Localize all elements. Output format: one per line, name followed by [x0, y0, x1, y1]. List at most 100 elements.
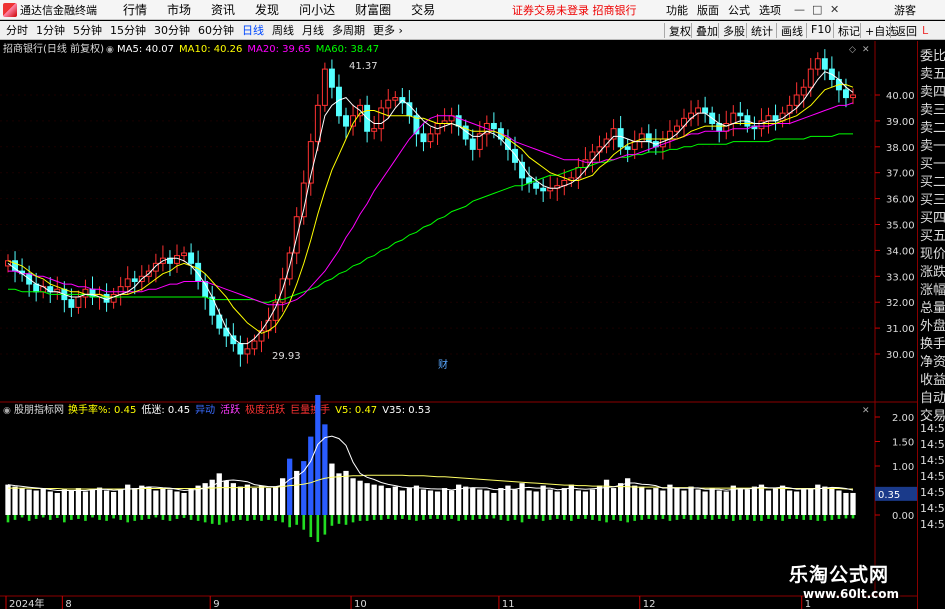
menu-formula[interactable]: 公式: [728, 2, 750, 18]
turnover-neg-bar: [739, 515, 742, 520]
sidebar-item[interactable]: 外盘: [920, 315, 945, 334]
tool-mark[interactable]: 标记: [833, 23, 860, 38]
sidebar-item[interactable]: 总量: [920, 297, 945, 316]
sidebar-item[interactable]: 净资: [920, 351, 945, 370]
price-label: 37.00: [886, 169, 915, 180]
candle-down: [702, 107, 709, 114]
menu-ask[interactable]: 问小达: [299, 1, 335, 18]
price-label: 38.00: [886, 143, 915, 154]
turnover-neg-bar: [295, 515, 299, 525]
candle-down: [343, 115, 349, 127]
tool-statistics[interactable]: 统计: [746, 23, 773, 38]
period-30min[interactable]: 30分钟: [154, 22, 190, 38]
tool-back[interactable]: 返回: [890, 23, 917, 38]
turnover-neg-bar: [436, 515, 439, 519]
guest-user[interactable]: 游客: [894, 2, 916, 18]
diamond-icon[interactable]: ◇: [849, 45, 856, 55]
period-multi[interactable]: 多周期: [332, 22, 365, 38]
sidebar-item[interactable]: 换手: [920, 333, 945, 352]
turnover-bar: [667, 484, 673, 515]
period-monthly[interactable]: 月线: [302, 22, 324, 38]
sidebar-item[interactable]: 涨跌: [920, 261, 945, 280]
sidebar-item[interactable]: 买二: [920, 171, 945, 190]
menu-market[interactable]: 市场: [167, 1, 191, 18]
sub-close-icon[interactable]: ✕: [862, 406, 870, 416]
turnover-bar: [547, 489, 553, 515]
menu-layout[interactable]: 版面: [697, 2, 719, 18]
period-5min[interactable]: 5分钟: [73, 22, 102, 38]
sidebar-item[interactable]: 委比: [920, 45, 945, 64]
turnover-bar: [315, 394, 321, 515]
turnover-bar: [5, 484, 11, 515]
maximize-icon[interactable]: □: [812, 3, 822, 16]
period-1min[interactable]: 1分钟: [36, 22, 65, 38]
price-label: 36.00: [886, 195, 915, 206]
period-daily[interactable]: 日线: [242, 22, 264, 38]
tool-multi-stock[interactable]: 多股: [718, 23, 745, 38]
sidebar-item[interactable]: 卖二: [920, 117, 945, 136]
sidebar-item[interactable]: 买五: [920, 225, 945, 244]
turnover-bar: [484, 490, 490, 515]
turnover-neg-bar: [851, 515, 855, 519]
tool-overlay[interactable]: 叠加: [691, 23, 718, 38]
sidebar-item[interactable]: 自动: [920, 387, 945, 406]
period-more[interactable]: 更多 ›: [373, 22, 403, 38]
period-60min[interactable]: 60分钟: [198, 22, 234, 38]
turnover-neg-bar: [668, 515, 672, 521]
sidebar-item[interactable]: 涨幅: [920, 279, 945, 298]
tool-restore-rights[interactable]: 复权: [664, 23, 691, 38]
menu-trade[interactable]: 交易: [411, 1, 435, 18]
price-label: 30.00: [886, 350, 915, 361]
trade-login-notice[interactable]: 证券交易未登录 招商银行: [512, 2, 637, 18]
minimize-icon[interactable]: —: [794, 3, 805, 16]
menu-function[interactable]: 功能: [666, 2, 688, 18]
sidebar-item[interactable]: 买一: [920, 153, 945, 172]
sidebar-item[interactable]: 卖一: [920, 135, 945, 154]
menu-wealth-circle[interactable]: 财富圈: [355, 1, 391, 18]
header-dropdown-icon[interactable]: ◉: [106, 45, 114, 55]
finance-event-marker[interactable]: 财: [438, 358, 448, 371]
candle-up: [638, 133, 645, 143]
turnover-bar: [392, 486, 398, 515]
sub-dropdown-icon[interactable]: ◉: [3, 406, 11, 416]
turnover-neg-bar: [675, 515, 679, 520]
period-15min[interactable]: 15分钟: [110, 22, 146, 38]
turnover-bar: [110, 491, 117, 515]
sidebar-item[interactable]: 买四: [920, 207, 945, 226]
sidebar-item[interactable]: 卖三: [920, 99, 945, 118]
sidebar-item[interactable]: 卖五: [920, 63, 945, 82]
turnover-neg-bar: [555, 515, 559, 519]
menu-quotes[interactable]: 行情: [123, 1, 147, 18]
tool-draw[interactable]: 画线: [776, 23, 803, 38]
candle-up: [251, 340, 258, 350]
turnover-bar: [139, 485, 145, 515]
close-icon[interactable]: ✕: [830, 3, 839, 16]
turnover-neg-bar: [323, 515, 327, 535]
turnover-neg-bar: [203, 515, 207, 523]
chart-canvas[interactable]: 招商银行(日线 前复权) ◉ MA5: 40.07 MA10: 40.26 MA20…: [0, 41, 917, 609]
turnover-neg-bar: [654, 515, 658, 520]
menu-options[interactable]: 选项: [759, 2, 781, 18]
tool-f10[interactable]: F10: [806, 23, 831, 38]
date-label: 9: [213, 599, 219, 609]
turnover-neg-bar: [767, 515, 770, 519]
sidebar-item[interactable]: 现价: [920, 243, 945, 262]
turnover-bar: [118, 489, 124, 515]
turnover-neg-bar: [189, 515, 193, 520]
candle-up: [293, 216, 300, 254]
date-label: 2024年: [9, 597, 44, 609]
sidebar-item[interactable]: 卖四: [920, 81, 945, 100]
turnover-bar: [505, 485, 511, 515]
period-weekly[interactable]: 周线: [272, 22, 294, 38]
period-intraday[interactable]: 分时: [6, 22, 28, 38]
turnover-bar: [463, 486, 469, 515]
turnover-neg-bar: [710, 515, 714, 520]
sidebar-item[interactable]: 买三: [920, 189, 945, 208]
turnover-neg-bar: [133, 515, 137, 521]
menu-news[interactable]: 资讯: [211, 1, 235, 18]
watermark-name: 乐淘公式网: [789, 564, 890, 586]
menu-discover[interactable]: 发现: [255, 1, 279, 18]
ma-legend-item: MA5: 40.07: [117, 44, 174, 55]
sidebar-item[interactable]: 收益: [920, 369, 945, 388]
panel-close-icon[interactable]: ✕: [862, 45, 870, 55]
